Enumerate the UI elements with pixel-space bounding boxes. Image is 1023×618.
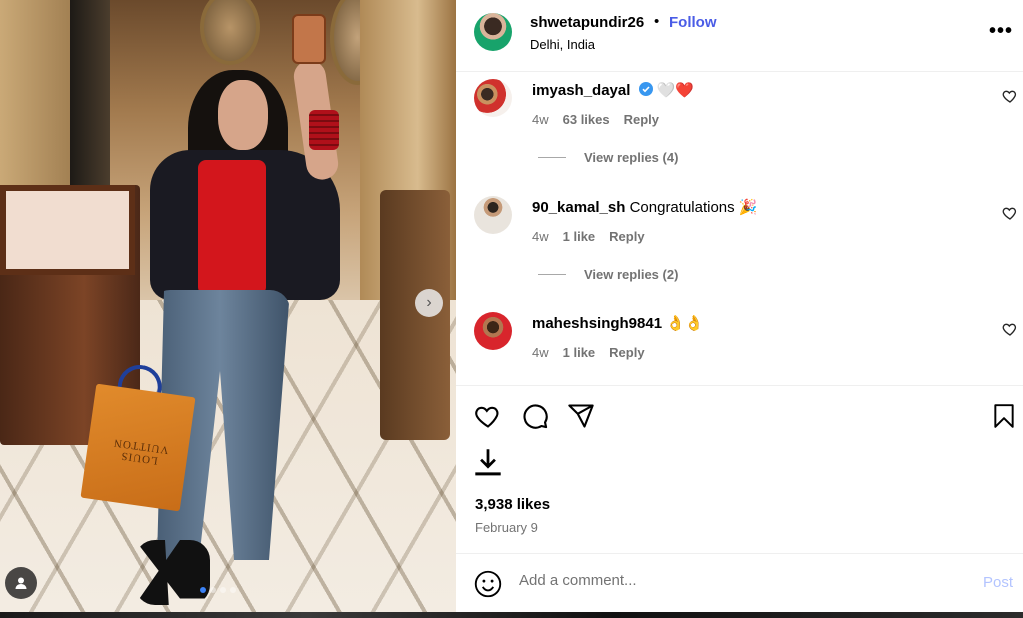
emoji-icon[interactable] xyxy=(474,570,502,598)
carousel-dot xyxy=(220,587,226,593)
carousel-dots xyxy=(200,587,236,593)
avatar[interactable] xyxy=(474,13,512,51)
comment-age[interactable]: 4w xyxy=(532,345,549,360)
comment-age[interactable]: 4w xyxy=(532,112,549,127)
reply-button[interactable]: Reply xyxy=(609,345,644,360)
more-options-icon[interactable]: ••• xyxy=(989,20,1013,43)
like-heart-icon[interactable] xyxy=(474,402,502,430)
share-send-icon[interactable] xyxy=(567,402,595,430)
download-icon[interactable] xyxy=(474,447,502,477)
comment-username[interactable]: 90_kamal_sh xyxy=(532,199,625,216)
likes-count[interactable]: 3,938 likes xyxy=(475,496,550,513)
avatar[interactable] xyxy=(474,196,512,234)
follow-button[interactable]: Follow xyxy=(669,14,717,31)
comment-line: maheshsingh9841 👌👌 xyxy=(532,314,704,332)
comment-line: imyash_dayal 🤍❤️ xyxy=(532,81,694,99)
comment-text: Congratulations 🎉 xyxy=(629,199,758,216)
comment-item: maheshsingh9841 👌👌 4w 1 like Reply xyxy=(456,308,1023,378)
add-comment-input[interactable] xyxy=(519,572,939,589)
heart-icon[interactable] xyxy=(1002,88,1018,104)
user-icon xyxy=(15,577,27,589)
replies-divider xyxy=(538,157,566,158)
avatar[interactable] xyxy=(474,79,512,117)
carousel-dot xyxy=(200,587,206,593)
heart-icon[interactable] xyxy=(1002,205,1018,221)
person-bangle xyxy=(309,110,339,150)
comment-meta: 4w 1 like Reply xyxy=(532,229,645,244)
phone xyxy=(292,14,326,64)
verified-badge-icon xyxy=(638,82,653,96)
comment-text: 🤍❤️ xyxy=(656,82,695,99)
reply-button[interactable]: Reply xyxy=(624,112,659,127)
comment-username[interactable]: imyash_dayal xyxy=(532,82,630,99)
comment-age[interactable]: 4w xyxy=(532,229,549,244)
separator-dot: • xyxy=(654,13,660,30)
comment-line: 90_kamal_sh Congratulations 🎉 xyxy=(532,198,758,216)
background-strip xyxy=(0,612,1023,618)
comment-username[interactable]: maheshsingh9841 xyxy=(532,315,662,332)
tagged-users-button[interactable] xyxy=(5,567,37,599)
comment-likes[interactable]: 1 like xyxy=(563,229,596,244)
comment-item: 90_kamal_sh Congratulations 🎉 4w 1 like … xyxy=(456,192,1023,262)
heart-icon[interactable] xyxy=(1002,321,1018,337)
carousel-dot xyxy=(230,587,236,593)
carousel-next-button[interactable]: › xyxy=(415,289,443,317)
person-top xyxy=(198,160,266,295)
add-comment-bar: Post xyxy=(456,553,1023,612)
actions-divider xyxy=(456,385,1023,386)
replies-divider xyxy=(538,274,566,275)
post-side-panel: shwetapundir26 • Follow Delhi, India •••… xyxy=(456,0,1023,612)
post-header: shwetapundir26 • Follow Delhi, India ••• xyxy=(456,0,1023,72)
avatar[interactable] xyxy=(474,312,512,350)
view-replies-label: View replies (2) xyxy=(584,267,679,282)
post-date[interactable]: February 9 xyxy=(475,520,538,535)
post-location[interactable]: Delhi, India xyxy=(530,37,595,52)
save-bookmark-icon[interactable] xyxy=(991,402,1017,430)
comment-item: imyash_dayal 🤍❤️ 4w 63 likes Reply xyxy=(456,75,1023,145)
comment-likes[interactable]: 1 like xyxy=(563,345,596,360)
photo-chair xyxy=(380,190,450,440)
comment-text: 👌👌 xyxy=(666,315,704,332)
person-face xyxy=(218,80,268,150)
post-photo: LOUIS VUITTON › xyxy=(0,0,456,612)
chevron-right-icon: › xyxy=(426,294,432,311)
reply-button[interactable]: Reply xyxy=(609,229,644,244)
photo-cabinet-top xyxy=(0,185,135,275)
view-replies-label: View replies (4) xyxy=(584,150,679,165)
view-replies-button[interactable]: View replies (4) xyxy=(538,150,678,165)
view-replies-button[interactable]: View replies (2) xyxy=(538,267,678,282)
carousel-dot xyxy=(210,587,216,593)
photo-pillar xyxy=(70,0,110,190)
comment-likes[interactable]: 63 likes xyxy=(563,112,610,127)
comment-bubble-icon[interactable] xyxy=(521,402,549,430)
comment-meta: 4w 63 likes Reply xyxy=(532,112,659,127)
photo-mirror xyxy=(200,0,260,65)
post-comment-button[interactable]: Post xyxy=(983,574,1013,591)
comment-meta: 4w 1 like Reply xyxy=(532,345,645,360)
post-username[interactable]: shwetapundir26 xyxy=(530,14,644,31)
